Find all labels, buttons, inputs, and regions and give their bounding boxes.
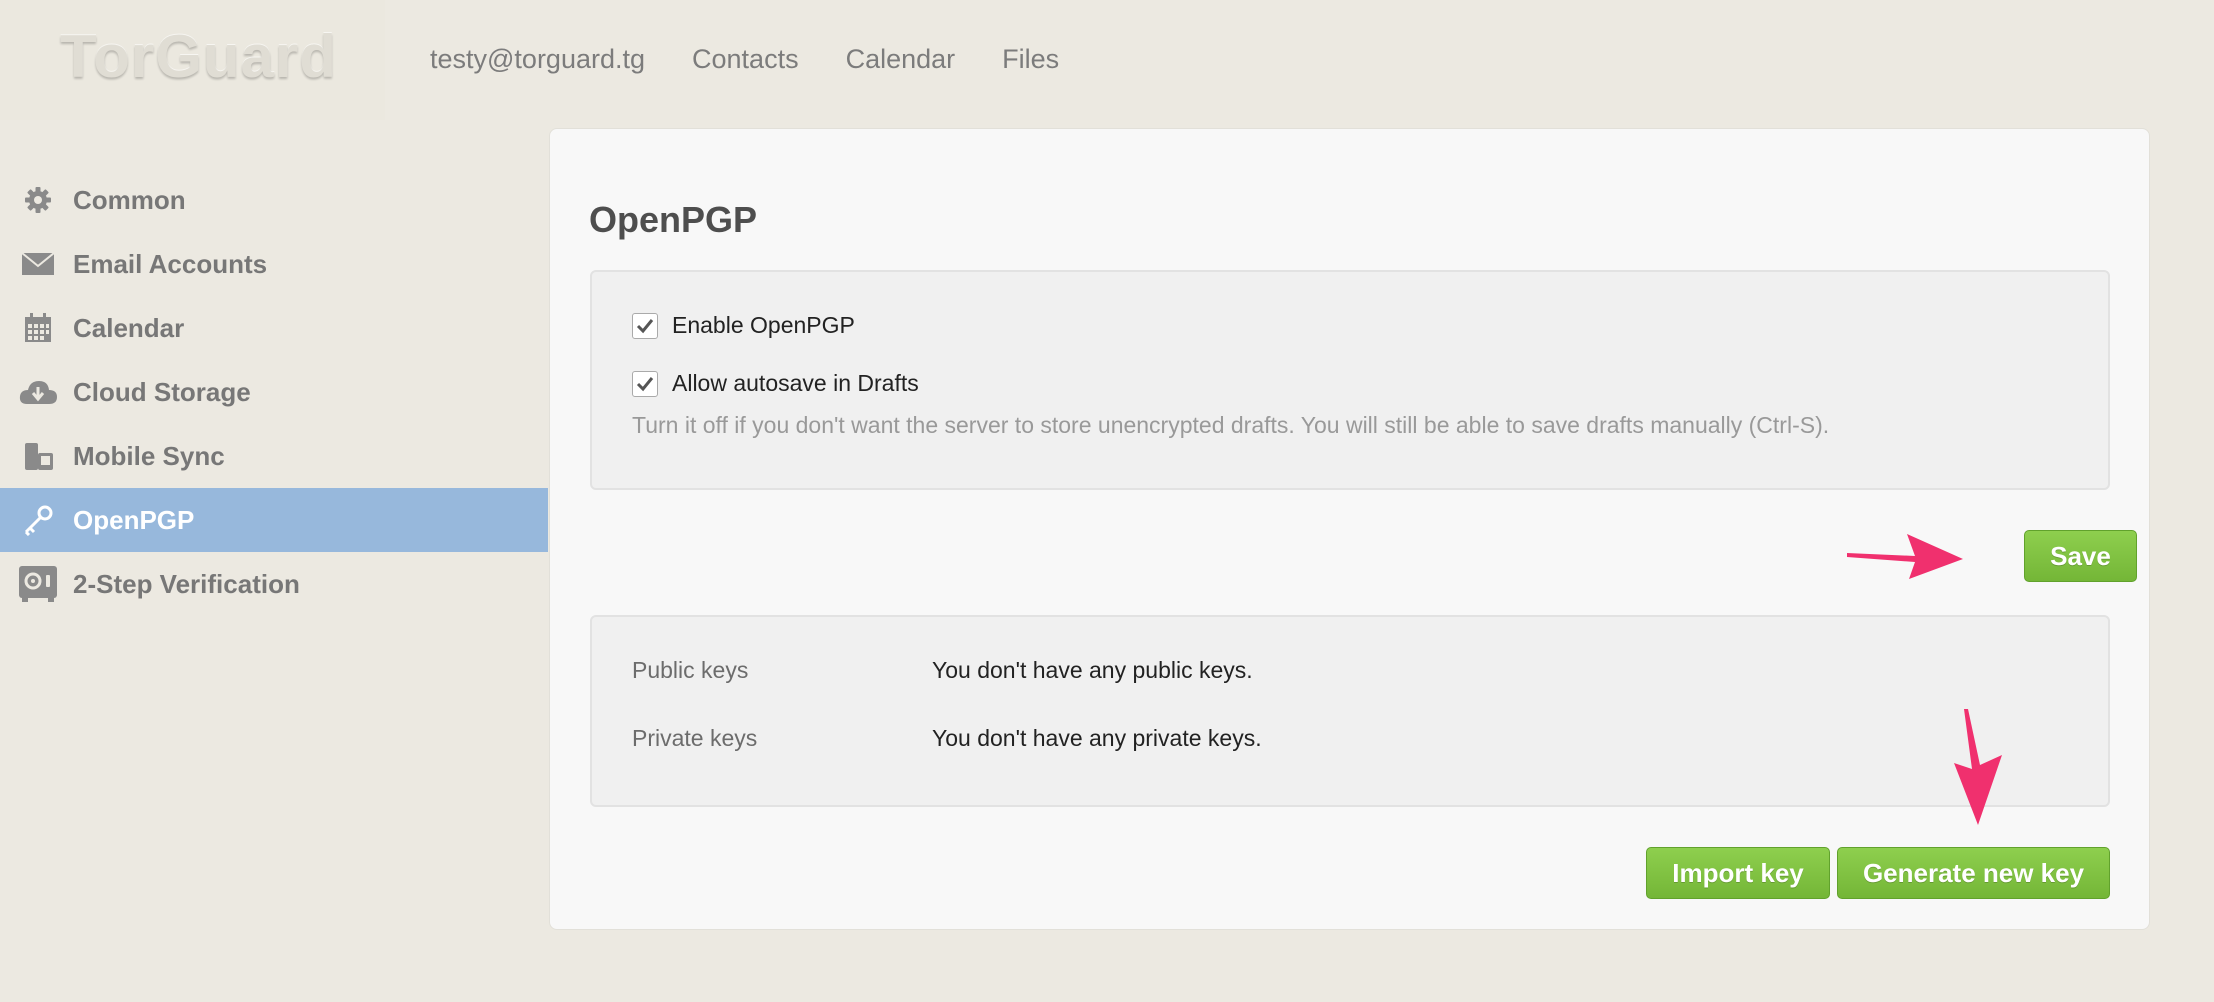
private-keys-value: You don't have any private keys. (932, 725, 1262, 751)
autosave-drafts-checkbox[interactable] (632, 370, 658, 397)
sidebar-item-2-step-verification[interactable]: 2-Step Verification (0, 552, 548, 616)
nav-account-link[interactable]: testy@torguard.tg (430, 44, 645, 75)
sidebar-item-label: Mobile Sync (73, 440, 225, 471)
private-keys-label: Private keys (632, 725, 758, 751)
sidebar-item-label: Email Accounts (73, 248, 268, 279)
checkmark-icon (636, 318, 654, 333)
public-keys-label: Public keys (632, 657, 749, 683)
enable-openpgp-row[interactable]: Enable OpenPGP (632, 312, 855, 339)
openpgp-options-box: Enable OpenPGP Allow autosave in Drafts … (590, 270, 2110, 490)
torguard-logo: TorGuard (60, 23, 337, 90)
nav-contacts-link[interactable]: Contacts (692, 44, 799, 75)
annotation-arrow-down (1954, 709, 2002, 825)
checkmark-icon (636, 376, 654, 391)
cloud-icon (18, 372, 58, 412)
keys-box: Public keys You don't have any public ke… (590, 615, 2110, 807)
enable-openpgp-label: Enable OpenPGP (672, 312, 855, 338)
envelope-icon (18, 244, 58, 284)
sidebar-item-cloud-storage[interactable]: Cloud Storage (0, 360, 548, 424)
sidebar-item-label: Common (73, 184, 186, 215)
calendar-icon (18, 308, 58, 348)
autosave-drafts-row[interactable]: Allow autosave in Drafts (632, 370, 919, 397)
sidebar-item-label: Calendar (73, 312, 185, 343)
page-title: OpenPGP (589, 199, 758, 240)
generate-new-key-button[interactable]: Generate new key (1837, 847, 2110, 899)
safe-icon (18, 564, 58, 604)
nav-calendar-link[interactable]: Calendar (846, 44, 956, 75)
sidebar-item-calendar[interactable]: Calendar (0, 296, 548, 360)
enable-openpgp-checkbox[interactable] (632, 312, 658, 339)
sidebar-item-label: OpenPGP (73, 504, 195, 535)
annotation-arrow-right (1847, 534, 1963, 579)
top-navigation: testy@torguard.tg Contacts Calendar File… (430, 44, 1059, 75)
sidebar-item-common[interactable]: Common (0, 168, 548, 232)
logo-area: TorGuard (0, 0, 385, 120)
public-keys-value: You don't have any public keys. (932, 657, 1253, 683)
nav-files-link[interactable]: Files (1002, 44, 1059, 75)
sidebar-item-mobile-sync[interactable]: Mobile Sync (0, 424, 548, 488)
autosave-hint: Turn it off if you don't want the server… (632, 412, 1830, 438)
sidebar-item-email-accounts[interactable]: Email Accounts (0, 232, 548, 296)
key-icon (18, 500, 58, 540)
sidebar-item-label: Cloud Storage (73, 376, 251, 407)
gear-icon (18, 180, 58, 220)
import-key-button[interactable]: Import key (1646, 847, 1830, 899)
mobile-sync-icon (18, 436, 58, 476)
autosave-drafts-label: Allow autosave in Drafts (672, 370, 919, 396)
sidebar-item-openpgp[interactable]: OpenPGP (0, 488, 548, 552)
save-button[interactable]: Save (2024, 530, 2137, 582)
settings-sidebar: Common Email Accounts Calendar Cloud Sto… (0, 168, 548, 616)
sidebar-item-label: 2-Step Verification (73, 568, 300, 599)
openpgp-settings-panel: OpenPGP Enable OpenPGP Allow autosave in… (549, 128, 2150, 930)
